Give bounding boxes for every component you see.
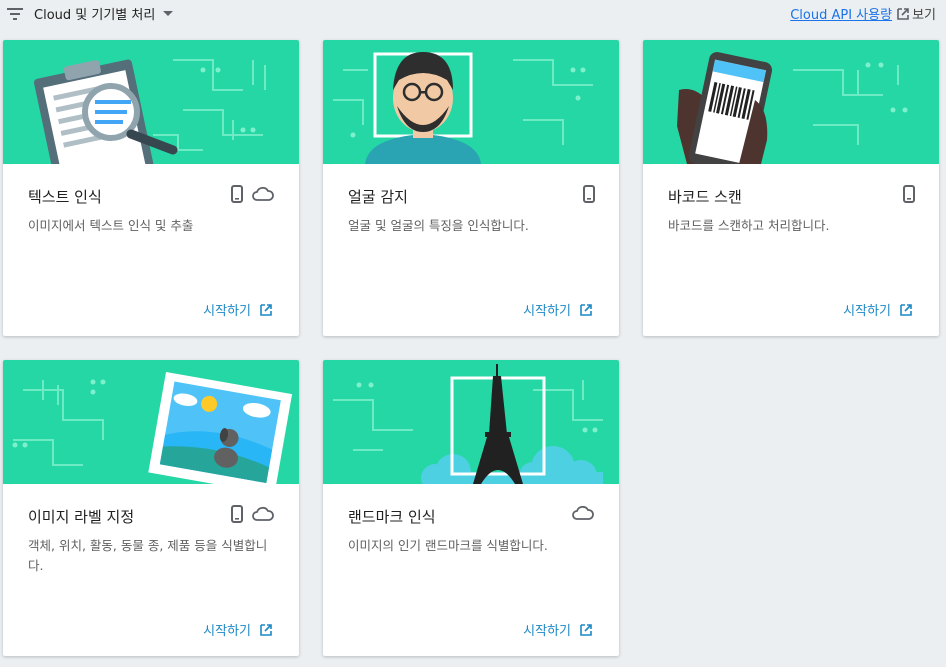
phone-icon bbox=[583, 185, 595, 203]
card-title: 텍스트 인식 bbox=[28, 188, 102, 206]
card-description: 이미지에서 텍스트 인식 및 추출 bbox=[28, 218, 194, 233]
filter-list-icon bbox=[7, 7, 23, 20]
card-description: 이미지의 인기 랜드마크를 식별합니다. bbox=[348, 538, 548, 553]
start-button[interactable]: 시작하기 bbox=[203, 620, 273, 639]
cloud-api-usage-link[interactable]: Cloud API 사용량 bbox=[790, 4, 892, 23]
phone-icon bbox=[231, 505, 243, 523]
start-label: 시작하기 bbox=[203, 304, 251, 319]
phone-icon bbox=[231, 185, 243, 203]
chevron-down-icon bbox=[163, 11, 174, 16]
start-button[interactable]: 시작하기 bbox=[843, 300, 913, 319]
card-face-detection: 얼굴 감지 얼굴 및 얼굴의 특징을 인식합니다. 시작하기 bbox=[323, 40, 619, 336]
open-in-new-icon bbox=[580, 623, 592, 636]
start-button[interactable]: 시작하기 bbox=[523, 620, 593, 639]
open-in-new-icon bbox=[580, 303, 592, 316]
start-label: 시작하기 bbox=[523, 304, 571, 319]
processing-filter-dropdown[interactable]: Cloud 및 기기별 처리 bbox=[6, 4, 174, 23]
start-label: 시작하기 bbox=[843, 304, 891, 319]
card-landmark-recognition: 랜드마크 인식 이미지의 인기 랜드마크를 식별합니다. 시작하기 bbox=[323, 360, 619, 656]
card-badges bbox=[571, 505, 595, 521]
start-label: 시작하기 bbox=[523, 624, 571, 639]
card-badges bbox=[583, 185, 595, 203]
card-title: 바코드 스캔 bbox=[668, 188, 742, 206]
phone-icon bbox=[903, 185, 915, 203]
image-labeling-illustration bbox=[3, 360, 299, 484]
view-label: 보기 bbox=[912, 8, 936, 23]
cloud-icon bbox=[252, 186, 274, 201]
card-description: 얼굴 및 얼굴의 특징을 인식합니다. bbox=[348, 218, 529, 233]
text-recognition-illustration bbox=[3, 40, 299, 164]
cloud-icon bbox=[252, 506, 274, 521]
card-text-recognition: 텍스트 인식 이미지에서 텍스트 인식 및 추출 시작하기 bbox=[3, 40, 299, 336]
cloud-api-usage: Cloud API 사용량 보기 bbox=[790, 4, 936, 23]
card-description: 객체, 위치, 활동, 동물 종, 제품 등을 식별합니다. bbox=[28, 538, 268, 573]
filter-label: Cloud 및 기기별 처리 bbox=[34, 8, 156, 23]
card-title: 이미지 라벨 지정 bbox=[28, 508, 135, 526]
start-button[interactable]: 시작하기 bbox=[203, 300, 273, 319]
card-image-labeling: 이미지 라벨 지정 객체, 위치, 활동, 동물 종, 제품 등을 식별합니다.… bbox=[3, 360, 299, 656]
card-description: 바코드를 스캔하고 처리합니다. bbox=[668, 218, 830, 233]
card-badges bbox=[231, 185, 275, 203]
landmark-recognition-illustration bbox=[323, 360, 619, 484]
open-in-new-icon bbox=[260, 303, 272, 316]
cloud-icon bbox=[572, 505, 594, 520]
open-in-new-icon bbox=[900, 303, 912, 316]
card-barcode-scan: 바코드 스캔 바코드를 스캔하고 처리합니다. 시작하기 bbox=[643, 40, 939, 336]
barcode-scan-illustration bbox=[643, 40, 939, 164]
open-in-new-icon bbox=[260, 623, 272, 636]
start-button[interactable]: 시작하기 bbox=[523, 300, 593, 319]
top-bar: Cloud 및 기기별 처리 Cloud API 사용량 보기 bbox=[0, 0, 946, 28]
card-badges bbox=[231, 505, 275, 523]
card-badges bbox=[903, 185, 915, 203]
card-title: 얼굴 감지 bbox=[348, 188, 408, 206]
open-in-new-icon[interactable] bbox=[896, 7, 910, 21]
start-label: 시작하기 bbox=[203, 624, 251, 639]
card-title: 랜드마크 인식 bbox=[348, 508, 436, 526]
face-detection-illustration bbox=[323, 40, 619, 164]
